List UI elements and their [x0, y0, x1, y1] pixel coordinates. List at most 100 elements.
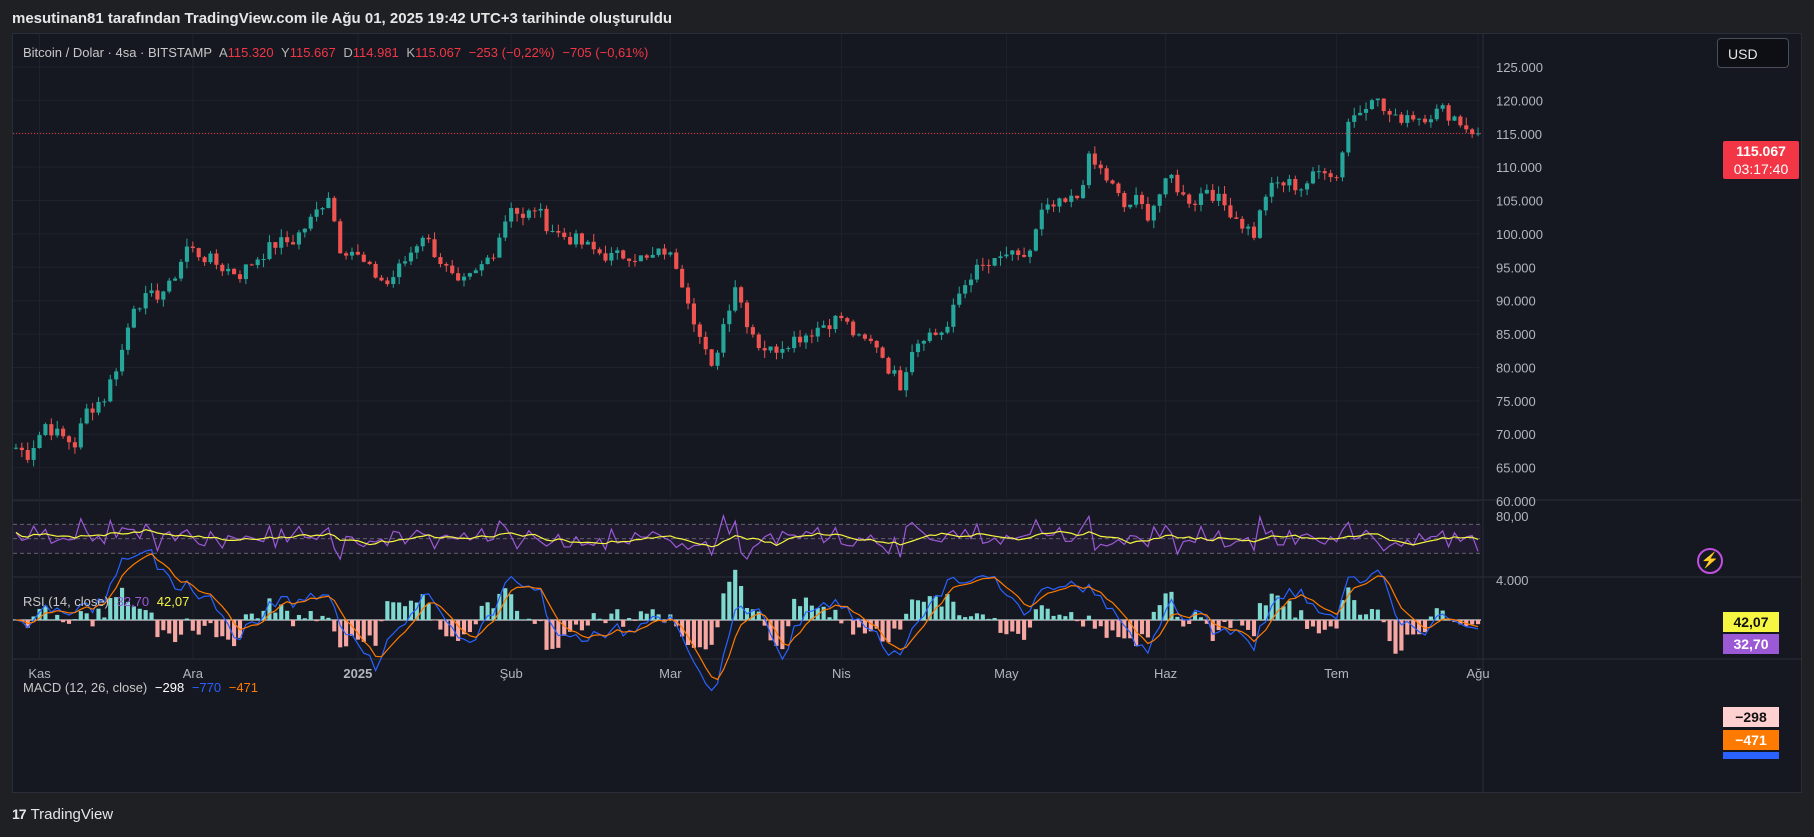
chart-svg[interactable]: 125.000 120.000 115.000 110.000 105.000 100.0… — [13, 34, 1802, 793]
macd-histogram-bar — [1181, 620, 1186, 627]
candle-body — [591, 241, 596, 250]
candle-body — [1452, 116, 1457, 121]
macd-label[interactable]: MACD (12, 26, close) — [23, 680, 147, 695]
candle-body — [1375, 98, 1380, 101]
candle-body — [1151, 205, 1156, 221]
candle-body — [214, 253, 219, 265]
candle-body — [426, 237, 431, 240]
candle-body — [385, 280, 390, 285]
macd-histogram-bar — [1139, 620, 1145, 635]
macd-histogram-bar — [821, 606, 826, 620]
macd-histogram-bar — [1305, 620, 1310, 629]
macd-histogram-bar — [72, 619, 77, 620]
low-label: D — [343, 45, 353, 60]
candle-body — [414, 246, 419, 253]
y-tick-label: 95.000 — [1496, 260, 1536, 275]
candle-body — [279, 237, 284, 248]
candle-body — [344, 253, 349, 256]
macd-legend: MACD (12, 26, close) −298 −770 −471 — [23, 680, 262, 695]
low-value: 114.981 — [352, 45, 399, 60]
candle-body — [420, 237, 425, 247]
candle-body — [780, 349, 785, 353]
candle-body — [332, 197, 337, 222]
y-tick-label: 105.000 — [1496, 194, 1543, 209]
macd-histogram-bar — [220, 620, 225, 637]
macd-histogram-bar — [84, 613, 89, 620]
macd-histogram-bar — [426, 603, 431, 620]
candle-body — [84, 408, 89, 424]
tradingview-logo[interactable]: 17 TradingView — [12, 806, 113, 823]
candle-body — [1063, 198, 1068, 202]
macd-histogram-bar — [968, 616, 974, 620]
candle-body — [202, 257, 207, 263]
candle-body — [72, 442, 77, 448]
candle-body — [1228, 205, 1233, 218]
macd-histogram-bar — [196, 620, 201, 635]
candle-body — [1458, 116, 1463, 126]
macd-histogram-bar — [904, 613, 909, 620]
candle-body — [1334, 177, 1339, 179]
macd-histogram-bar — [1039, 605, 1044, 620]
candle-body — [1175, 174, 1180, 193]
macd-histogram-bar — [992, 617, 997, 620]
x-tick-label: Haz — [1154, 666, 1177, 681]
macd-histogram-bar — [61, 620, 66, 623]
candle-body — [143, 293, 148, 309]
candle-body — [43, 424, 48, 436]
candle-body — [1134, 194, 1139, 205]
candle-body — [1346, 121, 1351, 153]
macd-histogram-bar — [939, 606, 944, 620]
close-value: 115.067 — [415, 45, 462, 60]
macd-histogram-bar — [833, 609, 838, 620]
candle-body — [1417, 118, 1422, 120]
candle-body — [1399, 114, 1404, 123]
candle-body — [1428, 119, 1433, 123]
macd-histogram-bar — [957, 615, 962, 620]
candle-body — [438, 257, 443, 265]
x-tick-label: Kas — [28, 666, 51, 681]
lightning-icon[interactable]: ⚡ — [1697, 548, 1723, 574]
macd-histogram-bar — [615, 609, 620, 620]
candle-body — [815, 327, 820, 337]
macd-histogram-bar — [1228, 620, 1233, 628]
candle-body — [892, 370, 897, 374]
candle-body — [756, 334, 761, 349]
candle-body — [933, 332, 938, 335]
candle-body — [1287, 178, 1292, 186]
macd-hist-tag: −298 — [1723, 707, 1779, 727]
macd-histogram-bar — [739, 586, 744, 620]
x-tick-label: Ara — [183, 666, 204, 681]
candle-body — [456, 273, 461, 281]
candle-body — [1422, 118, 1428, 123]
candle-body — [196, 248, 201, 258]
chart-area[interactable]: 125.000 120.000 115.000 110.000 105.000 100.0… — [12, 33, 1802, 793]
macd-histogram-bar — [1016, 620, 1021, 634]
macd-histogram-bar — [1057, 614, 1062, 620]
macd-histogram-bar — [143, 610, 148, 620]
candle-body — [668, 252, 673, 255]
currency-button[interactable]: USD — [1717, 38, 1789, 68]
macd-histogram-bar — [585, 620, 590, 626]
rsi-ma-value: 42,07 — [156, 594, 190, 609]
macd-line-value: −770 — [191, 680, 222, 695]
candle-body — [904, 372, 909, 391]
candle-body — [1316, 171, 1321, 173]
candle-body — [1263, 196, 1268, 211]
macd-histogram-bar — [1422, 620, 1428, 633]
macd-histogram-bar — [149, 612, 154, 620]
candle-body — [1045, 204, 1050, 210]
candle-body — [473, 270, 478, 274]
macd-histogram-bar — [591, 613, 596, 620]
rsi-label[interactable]: RSI (14, close) — [23, 594, 109, 609]
candle-body — [1157, 194, 1162, 206]
macd-histogram-bar — [1281, 606, 1286, 620]
symbol-label[interactable]: Bitcoin / Dolar · 4sa · BITSTAMP — [23, 45, 212, 60]
candle-body — [308, 216, 313, 229]
macd-histogram-bar — [1110, 620, 1115, 631]
candle-body — [1222, 193, 1227, 206]
candle-body — [1240, 218, 1245, 229]
candle-body — [1322, 171, 1327, 174]
macd-histogram-bar — [1387, 620, 1392, 642]
candle-body — [13, 447, 19, 449]
macd-histogram-bar — [332, 620, 337, 632]
